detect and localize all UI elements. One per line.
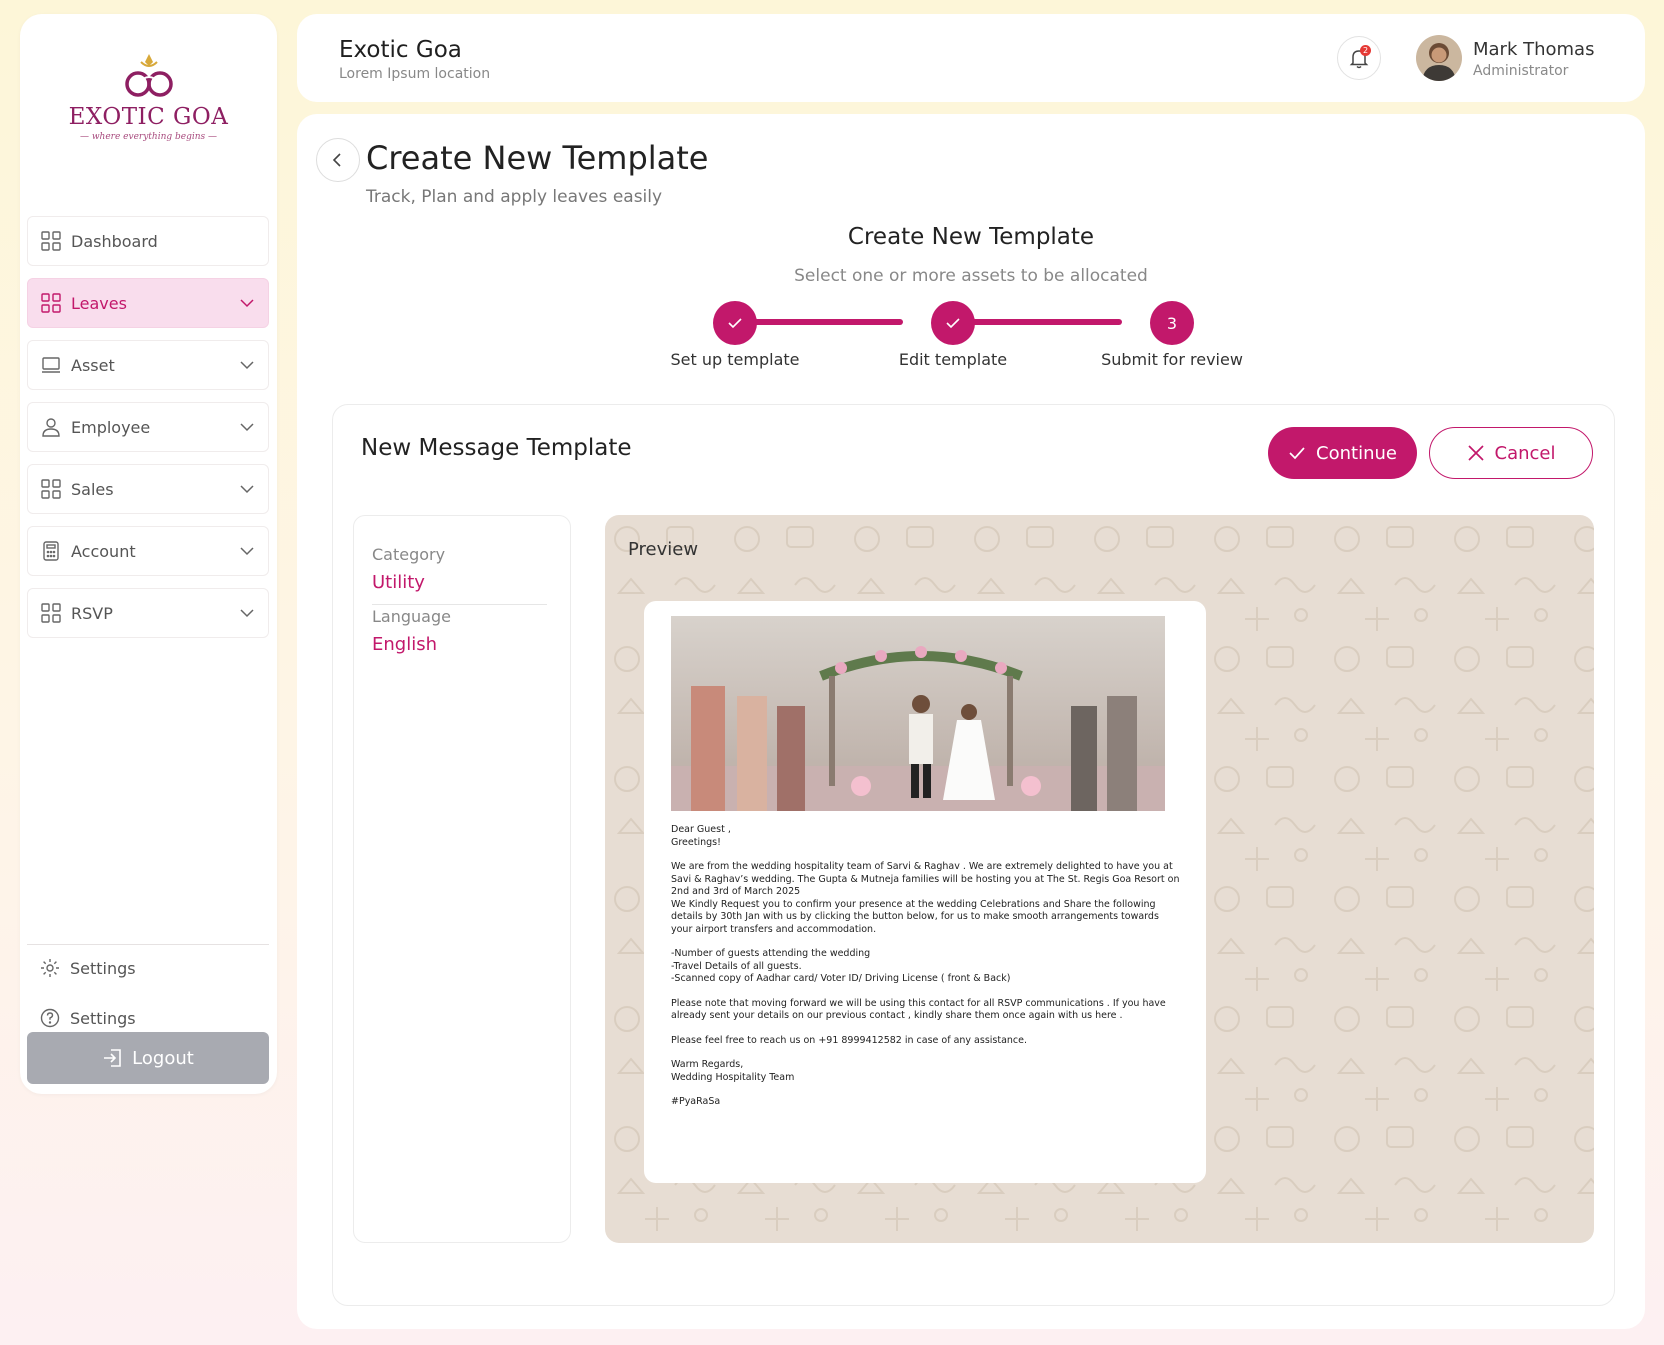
- grid-icon: [40, 292, 62, 314]
- sidebar-item-sales[interactable]: Sales: [27, 464, 269, 514]
- category-label: Category: [372, 545, 446, 564]
- chevron-down-icon: [240, 423, 254, 432]
- sidebar-item-asset[interactable]: Asset: [27, 340, 269, 390]
- message-list: -Number of guests attending the wedding …: [671, 948, 1011, 984]
- logo-tagline: — where everything begins —: [79, 132, 217, 142]
- avatar[interactable]: [1416, 35, 1462, 81]
- message-paragraph: We are from the wedding hospitality team…: [671, 861, 1180, 935]
- help-icon: [39, 1007, 61, 1029]
- help-label: Settings: [70, 1008, 136, 1028]
- message-bubble: Dear Guest , Greetings! We are from the …: [644, 601, 1206, 1183]
- template-details-panel: Category Utility Language English: [353, 515, 571, 1243]
- step-1-indicator: [713, 301, 757, 345]
- user-role: Administrator: [1473, 63, 1569, 79]
- step-label: Submit for review: [1101, 350, 1243, 369]
- page-title: Create New Template: [366, 139, 709, 177]
- logout-icon: [102, 1047, 124, 1069]
- chevron-down-icon: [240, 299, 254, 308]
- message-paragraph: Please feel free to reach us on +91 8999…: [671, 1034, 1028, 1046]
- brand-logo[interactable]: EXOTIC GOA — where everything begins —: [20, 50, 277, 142]
- calculator-icon: [40, 540, 62, 562]
- cancel-button[interactable]: Cancel: [1429, 427, 1593, 479]
- settings-label: Settings: [70, 958, 136, 978]
- notification-badge: 2: [1360, 45, 1371, 56]
- page-subtitle: Track, Plan and apply leaves easily: [366, 187, 663, 207]
- message-signoff: Warm Regards, Wedding Hospitality Team: [671, 1059, 795, 1083]
- check-icon: [1288, 444, 1306, 462]
- sidebar-item-label: Dashboard: [71, 231, 158, 251]
- chevron-left-icon: [332, 153, 341, 167]
- message-greeting: Dear Guest , Greetings!: [671, 824, 731, 848]
- header-subtitle: Lorem Ipsum location: [339, 66, 491, 82]
- message-image: [671, 616, 1165, 811]
- stepper-subheading: Select one or more assets to be allocate…: [794, 266, 1148, 286]
- sidebar-item-label: Leaves: [71, 293, 127, 313]
- logout-label: Logout: [132, 1047, 194, 1069]
- sidebar-nav: Dashboard Leaves Asset Employee Sales Ac…: [27, 216, 269, 650]
- stepper-heading: Create New Template: [847, 224, 1095, 250]
- step-number: 3: [1166, 313, 1178, 333]
- continue-label: Continue: [1316, 442, 1397, 464]
- top-header: Exotic Goa Lorem Ipsum location 2 Mark T…: [297, 14, 1645, 102]
- chevron-down-icon: [240, 485, 254, 494]
- sidebar-item-label: Employee: [71, 417, 151, 437]
- preview-label: Preview: [628, 539, 699, 560]
- template-card: New Message Template Continue Cancel Cat…: [332, 404, 1615, 1306]
- laptop-icon: [40, 354, 62, 376]
- step-label: Edit template: [898, 350, 1008, 369]
- chevron-down-icon: [240, 609, 254, 618]
- preview-panel: Preview Dear Guest , Greetings! We are f…: [605, 515, 1594, 1243]
- card-title: New Message Template: [361, 435, 632, 461]
- notification-button[interactable]: 2: [1337, 36, 1381, 80]
- continue-button[interactable]: Continue: [1268, 427, 1417, 479]
- back-button[interactable]: [316, 138, 360, 182]
- chevron-down-icon: [240, 361, 254, 370]
- user-icon: [40, 416, 62, 438]
- sidebar-item-label: Account: [71, 541, 136, 561]
- message-hashtag: #PyaRaSa: [671, 1096, 721, 1107]
- logo-text: EXOTIC GOA: [68, 104, 229, 130]
- header-title: Exotic Goa: [339, 37, 462, 63]
- gear-icon: [39, 957, 61, 979]
- stepper-line: [958, 319, 1122, 325]
- step-2-indicator: [931, 301, 975, 345]
- sidebar-item-label: RSVP: [71, 603, 113, 623]
- chevron-down-icon: [240, 547, 254, 556]
- step-label: Set up template: [670, 350, 800, 369]
- user-name: Mark Thomas: [1473, 39, 1595, 60]
- sidebar-item-employee[interactable]: Employee: [27, 402, 269, 452]
- cancel-label: Cancel: [1494, 442, 1556, 464]
- logo-emblem-icon: [124, 54, 173, 97]
- sidebar-help[interactable]: Settings: [39, 1007, 136, 1029]
- step-3-indicator: 3: [1150, 301, 1194, 345]
- sidebar-item-account[interactable]: Account: [27, 526, 269, 576]
- check-icon: [946, 318, 960, 329]
- logout-button[interactable]: Logout: [27, 1032, 269, 1084]
- grid-icon: [40, 478, 62, 500]
- check-icon: [728, 318, 742, 329]
- message-body: Dear Guest , Greetings! We are from the …: [671, 824, 1181, 1109]
- language-value[interactable]: English: [372, 634, 437, 655]
- sidebar-item-label: Sales: [71, 479, 114, 499]
- main-panel: Create New Template Track, Plan and appl…: [297, 114, 1645, 1329]
- category-value[interactable]: Utility: [372, 572, 425, 593]
- stepper-line: [739, 319, 903, 325]
- sidebar-divider: [27, 944, 269, 945]
- details-divider: [372, 604, 547, 605]
- sidebar-settings[interactable]: Settings: [39, 957, 136, 979]
- grid-icon: [40, 602, 62, 624]
- grid-icon: [40, 230, 62, 252]
- sidebar-item-dashboard[interactable]: Dashboard: [27, 216, 269, 266]
- language-label: Language: [372, 607, 451, 626]
- sidebar-item-rsvp[interactable]: RSVP: [27, 588, 269, 638]
- close-icon: [1467, 444, 1485, 462]
- sidebar-item-leaves[interactable]: Leaves: [27, 278, 269, 328]
- sidebar-item-label: Asset: [71, 355, 115, 375]
- message-paragraph: Please note that moving forward we will …: [671, 997, 1166, 1022]
- sidebar: EXOTIC GOA — where everything begins — D…: [20, 14, 277, 1094]
